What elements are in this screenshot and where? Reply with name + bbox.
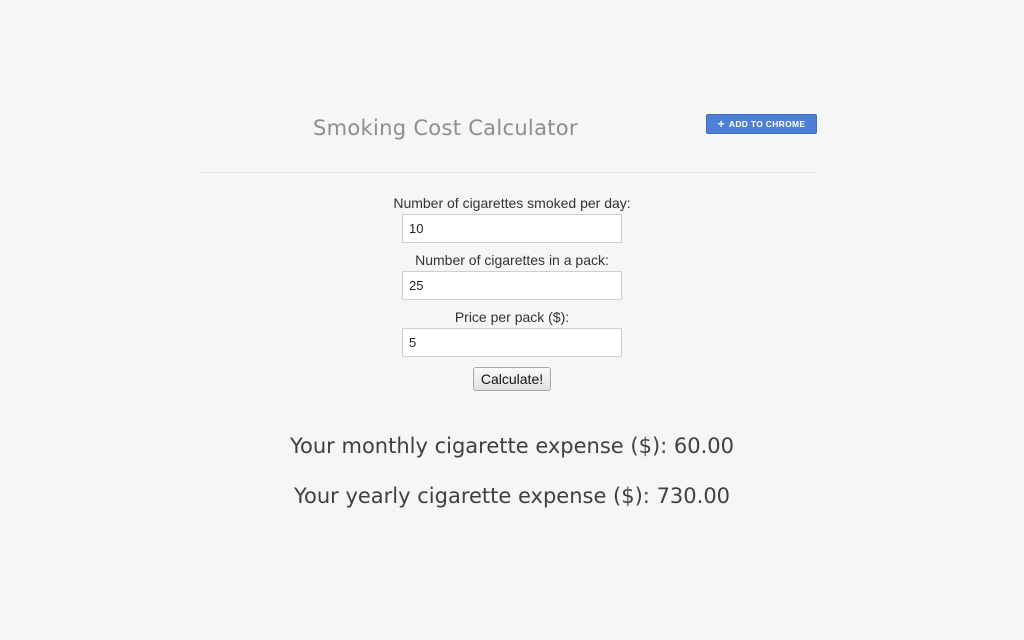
- calculator-form: Number of cigarettes smoked per day: Num…: [0, 192, 1024, 391]
- cigarettes-per-day-input[interactable]: [402, 214, 622, 243]
- yearly-expense-label: Your yearly cigarette expense ($):: [293, 484, 657, 508]
- add-to-chrome-button[interactable]: + ADD TO CHROME: [706, 114, 817, 134]
- monthly-expense-result: Your monthly cigarette expense ($): 60.0…: [0, 434, 1024, 458]
- cigarettes-per-day-group: Number of cigarettes smoked per day:: [0, 192, 1024, 243]
- cigarettes-per-pack-label: Number of cigarettes in a pack:: [415, 252, 609, 268]
- cigarettes-per-pack-group: Number of cigarettes in a pack:: [0, 249, 1024, 300]
- calculate-button[interactable]: Calculate!: [472, 367, 552, 391]
- page-title: Smoking Cost Calculator: [313, 116, 578, 140]
- price-per-pack-label: Price per pack ($):: [454, 309, 570, 325]
- monthly-expense-value: 60.00: [673, 434, 735, 458]
- price-per-pack-input[interactable]: [402, 328, 622, 357]
- add-to-chrome-label: ADD TO CHROME: [728, 119, 806, 129]
- price-per-pack-group: Price per pack ($):: [0, 306, 1024, 357]
- plus-icon: +: [717, 117, 725, 131]
- monthly-expense-label: Your monthly cigarette expense ($):: [289, 434, 674, 458]
- cigarettes-per-day-label: Number of cigarettes smoked per day:: [393, 195, 631, 211]
- page: Smoking Cost Calculator + ADD TO CHROME …: [0, 0, 1024, 640]
- header: Smoking Cost Calculator + ADD TO CHROME: [198, 108, 817, 173]
- cigarettes-per-pack-input[interactable]: [402, 271, 622, 300]
- yearly-expense-value: 730.00: [656, 484, 731, 508]
- yearly-expense-result: Your yearly cigarette expense ($): 730.0…: [0, 484, 1024, 508]
